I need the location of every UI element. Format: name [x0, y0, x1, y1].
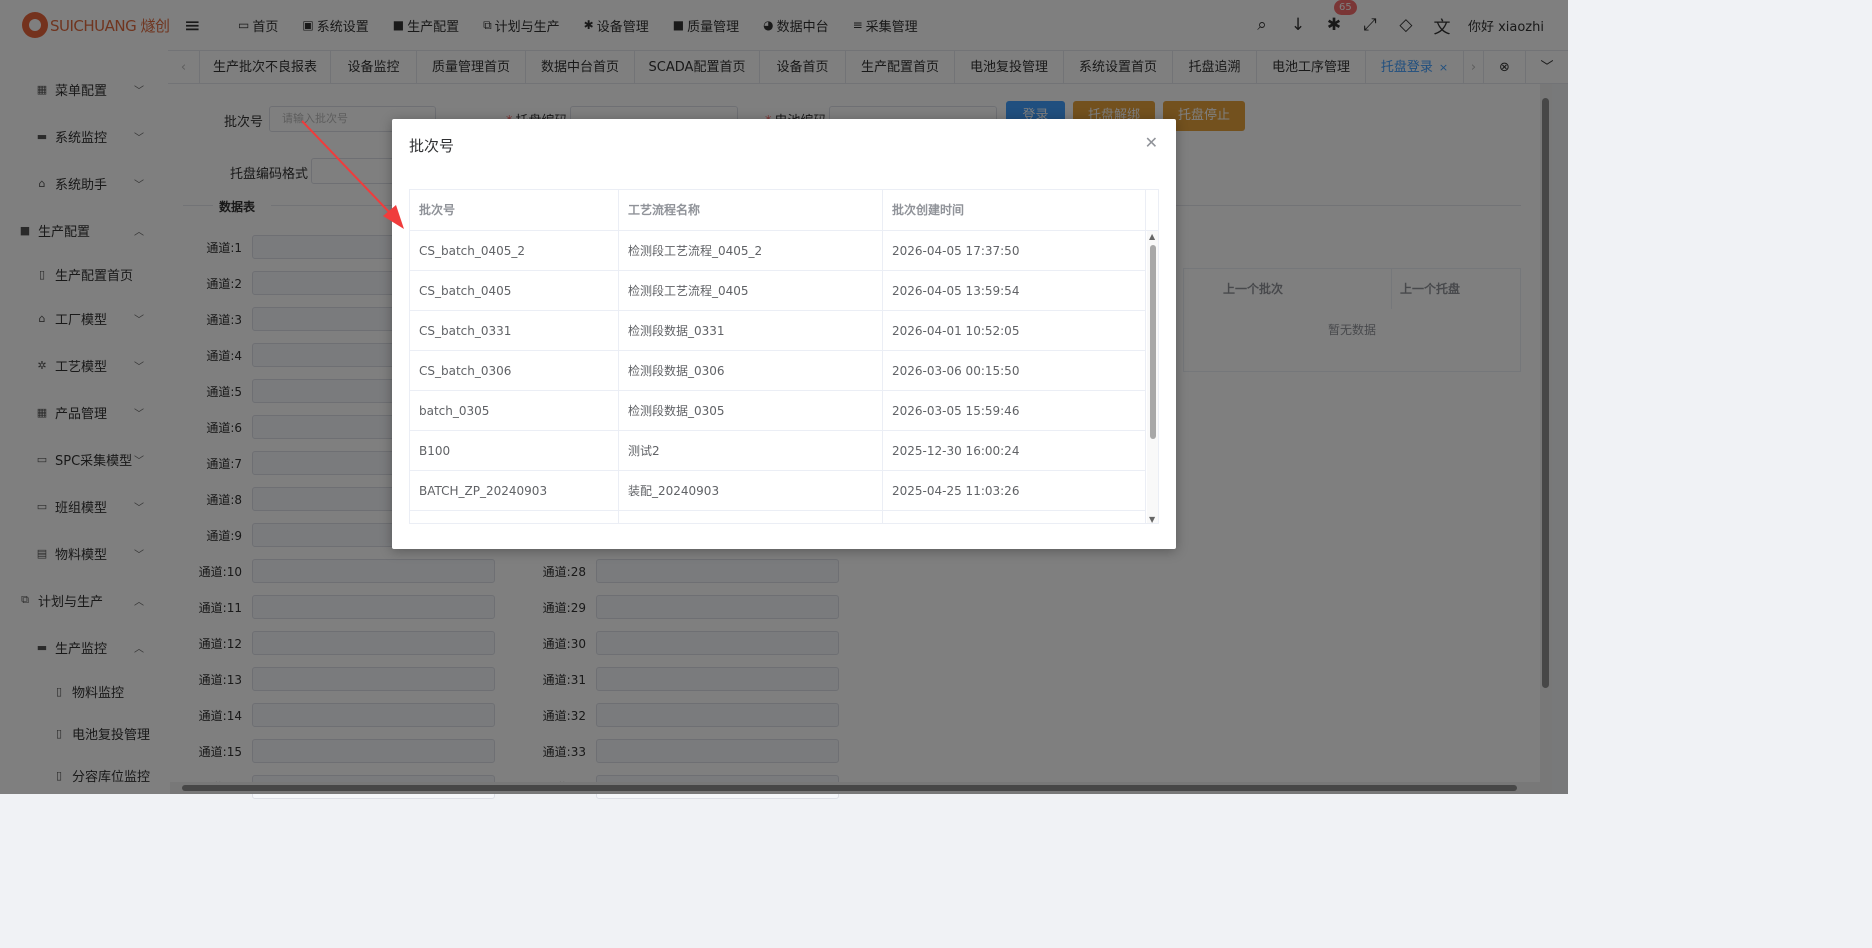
cell-process-name: 检测段数据_0306 [619, 351, 883, 391]
column-header-batch: 批次号 [410, 190, 619, 230]
batch-table: 批次号 工艺流程名称 批次创建时间 CS_batch_0405_2 检测段工艺流程… [409, 189, 1159, 524]
table-cell [619, 511, 883, 523]
table-row[interactable]: CS_batch_0405 检测段工艺流程_0405 2026-04-05 13:5… [410, 271, 1146, 311]
table-scrollbar[interactable]: ▲ ▼ [1147, 231, 1158, 523]
column-header-created: 批次创建时间 [883, 190, 1146, 230]
cell-created-time: 2026-03-06 00:15:50 [883, 351, 1146, 391]
table-header: 批次号 工艺流程名称 批次创建时间 [410, 190, 1146, 231]
cell-batch-number: CS_batch_0331 [410, 311, 619, 351]
scrollbar-thumb[interactable] [1150, 245, 1156, 439]
dialog-title: 批次号 [409, 137, 455, 155]
table-row[interactable]: B100 测试2 2025-12-30 16:00:24 [410, 431, 1146, 471]
header-gutter [1146, 190, 1158, 231]
cell-batch-number: CS_batch_0405_2 [410, 231, 619, 271]
cell-created-time: 2026-04-05 17:37:50 [883, 231, 1146, 271]
table-row[interactable]: CS_batch_0306 检测段数据_0306 2026-03-06 00:15:… [410, 351, 1146, 391]
table-row[interactable] [410, 511, 1146, 523]
cell-batch-number: B100 [410, 431, 619, 471]
batch-select-dialog: 批次号 ✕ 批次号 工艺流程名称 批次创建时间 CS_batch_0405_2 检… [392, 119, 1176, 549]
column-header-process: 工艺流程名称 [619, 190, 883, 230]
scroll-up-arrow-icon[interactable]: ▲ [1149, 232, 1155, 241]
table-row[interactable]: BATCH_ZP_20240903 装配_20240903 2025-04-25 1… [410, 471, 1146, 511]
table-cell [410, 511, 619, 523]
cell-created-time: 2026-03-05 15:59:46 [883, 391, 1146, 431]
cell-batch-number: batch_0305 [410, 391, 619, 431]
table-row[interactable]: batch_0305 检测段数据_0305 2026-03-05 15:59:46 [410, 391, 1146, 431]
cell-created-time: 2026-04-01 10:52:05 [883, 311, 1146, 351]
cell-created-time: 2025-12-30 16:00:24 [883, 431, 1146, 471]
scroll-down-arrow-icon[interactable]: ▼ [1149, 515, 1155, 523]
cell-batch-number: BATCH_ZP_20240903 [410, 471, 619, 511]
cell-batch-number: CS_batch_0405 [410, 271, 619, 311]
cell-process-name: 检测段工艺流程_0405_2 [619, 231, 883, 271]
cell-process-name: 检测段数据_0305 [619, 391, 883, 431]
cell-process-name: 测试2 [619, 431, 883, 471]
cell-created-time: 2026-04-05 13:59:54 [883, 271, 1146, 311]
table-row[interactable]: CS_batch_0405_2 检测段工艺流程_0405_2 2026-04-05 … [410, 231, 1146, 271]
table-cell [883, 511, 1146, 523]
cell-process-name: 检测段工艺流程_0405 [619, 271, 883, 311]
close-icon[interactable]: ✕ [1145, 133, 1158, 152]
cell-process-name: 检测段数据_0331 [619, 311, 883, 351]
cell-created-time: 2025-04-25 11:03:26 [883, 471, 1146, 511]
table-row[interactable]: CS_batch_0331 检测段数据_0331 2026-04-01 10:52:… [410, 311, 1146, 351]
cell-batch-number: CS_batch_0306 [410, 351, 619, 391]
cell-process-name: 装配_20240903 [619, 471, 883, 511]
